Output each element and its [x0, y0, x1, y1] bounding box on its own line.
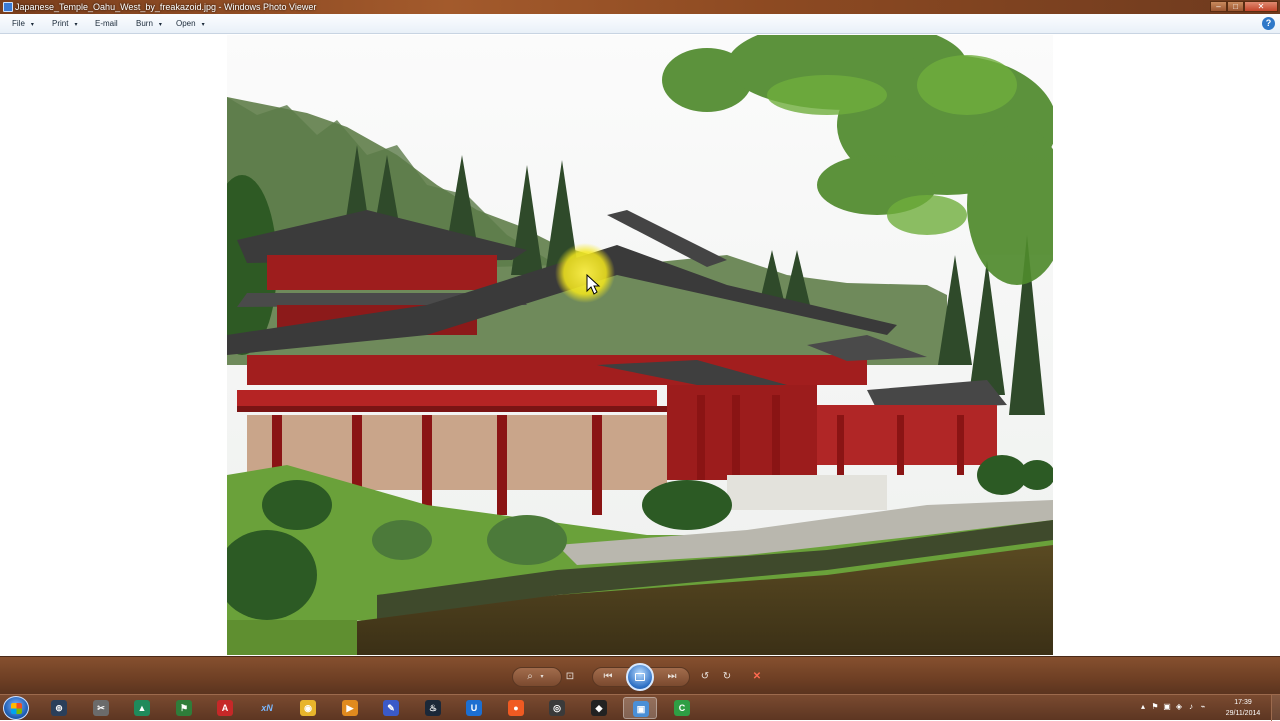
pdf-reader-icon: A — [217, 700, 233, 716]
taskbar-button-gpu-utility[interactable]: ▲ — [125, 697, 159, 719]
maximize-button[interactable]: □ — [1227, 1, 1244, 12]
tray-icon[interactable]: ▣ — [1162, 702, 1172, 712]
tools-icon: ✂ — [93, 700, 109, 716]
windows-taskbar: ⊚ ✂ ▲ ⚑ AxN ◉ ▶ ✎ ♨ U ● ◎ ◆ ▣ C ▴ ⚑ ▣ ◈ ♪ ⌁ 17:39 29/11/201… — [0, 694, 1280, 721]
close-button[interactable]: ✕ — [1244, 1, 1278, 12]
menu-file[interactable]: File ▾ — [12, 14, 34, 34]
clock-date: 29/11/2014 — [1225, 710, 1261, 717]
xn-icon: xN — [261, 703, 273, 713]
menu-burn[interactable]: Burn ▾ — [136, 14, 162, 34]
next-icon[interactable]: ⏭ — [664, 669, 680, 685]
rotate-counterclockwise-icon[interactable]: ↺ — [697, 669, 713, 685]
taskbar-button-chrome[interactable]: ◉ — [291, 697, 325, 719]
tray-icon[interactable]: ⌁ — [1198, 702, 1208, 712]
taskbar-button-notepad[interactable]: ✎ — [374, 697, 408, 719]
menu-print[interactable]: Print ▾ — [52, 14, 77, 34]
steam-icon: ♨ — [425, 700, 441, 716]
taskbar-button-steam-logo[interactable]: ⊚ — [42, 697, 76, 719]
help-icon[interactable]: ? — [1262, 17, 1275, 30]
start-button[interactable] — [3, 696, 29, 720]
slideshow-icon — [635, 673, 645, 681]
taskbar-button-recorder[interactable]: ◎ — [540, 697, 574, 719]
chevron-down-icon: ▾ — [201, 22, 205, 28]
menu-email-label: E-mail — [95, 19, 118, 28]
chrome-icon: ◉ — [300, 700, 316, 716]
system-clock[interactable]: 17:39 29/11/2014 — [1218, 697, 1268, 719]
tray-icon[interactable]: ♪ — [1186, 702, 1196, 712]
menu-open-label: Open — [176, 19, 196, 28]
origin-icon: ● — [508, 700, 524, 716]
show-desktop-button[interactable] — [1271, 695, 1280, 721]
photo-viewer-app-icon — [3, 2, 13, 12]
taskbar-button-game-launcher[interactable]: ⚑ — [167, 697, 201, 719]
clock-time: 17:39 — [1234, 699, 1252, 706]
previous-icon[interactable]: ⏮ — [600, 669, 616, 685]
taskbar-button-origin[interactable]: ● — [499, 697, 533, 719]
taskbar-button-pdf-reader[interactable]: A — [208, 697, 242, 719]
menu-file-label: File — [12, 19, 25, 28]
taskbar-button-tools[interactable]: ✂ — [84, 697, 118, 719]
rotate-clockwise-icon[interactable]: ↻ — [719, 669, 735, 685]
delete-icon[interactable]: ✕ — [749, 669, 765, 685]
window-title: Japanese_Temple_Oahu_West_by_freakazoid.… — [15, 2, 317, 12]
uplay-icon: U — [466, 700, 482, 716]
actual-size-icon[interactable]: ⊡ — [562, 669, 578, 685]
game-launcher-icon: ⚑ — [176, 700, 192, 716]
taskbar-button-uplay[interactable]: U — [457, 697, 491, 719]
menu-open[interactable]: Open ▾ — [176, 14, 205, 34]
taskbar-button-camtasia[interactable]: C — [665, 697, 699, 719]
tray-icon[interactable]: ◈ — [1174, 702, 1184, 712]
slideshow-button[interactable] — [626, 663, 654, 691]
menu-burn-label: Burn — [136, 19, 153, 28]
menu-email[interactable]: E-mail — [95, 14, 118, 34]
photo-viewer-icon: ▣ — [633, 701, 649, 717]
camtasia-icon: C — [674, 700, 690, 716]
magnifier-icon[interactable]: ⌕ — [522, 669, 538, 685]
taskbar-button-media-player[interactable]: ▶ — [333, 697, 367, 719]
steam-logo-icon: ⊚ — [51, 700, 67, 716]
menu-print-label: Print — [52, 19, 69, 28]
notepad-icon: ✎ — [383, 700, 399, 716]
chevron-down-icon: ▾ — [30, 22, 34, 28]
tray-icon[interactable]: ▴ — [1138, 702, 1148, 712]
chevron-down-icon: ▾ — [74, 22, 78, 28]
recorder-icon: ◎ — [549, 700, 565, 716]
tray-icon[interactable]: ⚑ — [1150, 702, 1160, 712]
chevron-down-icon[interactable]: ▾ — [538, 669, 546, 685]
displayed-photo[interactable] — [227, 35, 1053, 655]
taskbar-button-unity[interactable]: ◆ — [582, 697, 616, 719]
taskbar-button-xn[interactable]: xN — [250, 697, 284, 719]
temple-photo-illustration — [227, 35, 1053, 655]
viewer-control-bar: ⌕ ▾ ⊡ ⏮ ⏭ ↺ ↻ ✕ — [0, 656, 1280, 694]
media-player-icon: ▶ — [342, 700, 358, 716]
menu-bar: File ▾ Print ▾ E-mail Burn ▾ Open ▾ ? — [0, 14, 1280, 34]
chevron-down-icon: ▾ — [158, 22, 162, 28]
gpu-utility-icon: ▲ — [134, 700, 150, 716]
taskbar-button-photo-viewer[interactable]: ▣ — [623, 697, 657, 719]
title-bar: Japanese_Temple_Oahu_West_by_freakazoid.… — [0, 0, 1280, 14]
windows-logo-icon — [11, 703, 22, 714]
taskbar-button-steam[interactable]: ♨ — [416, 697, 450, 719]
unity-icon: ◆ — [591, 700, 607, 716]
minimize-button[interactable]: – — [1210, 1, 1227, 12]
